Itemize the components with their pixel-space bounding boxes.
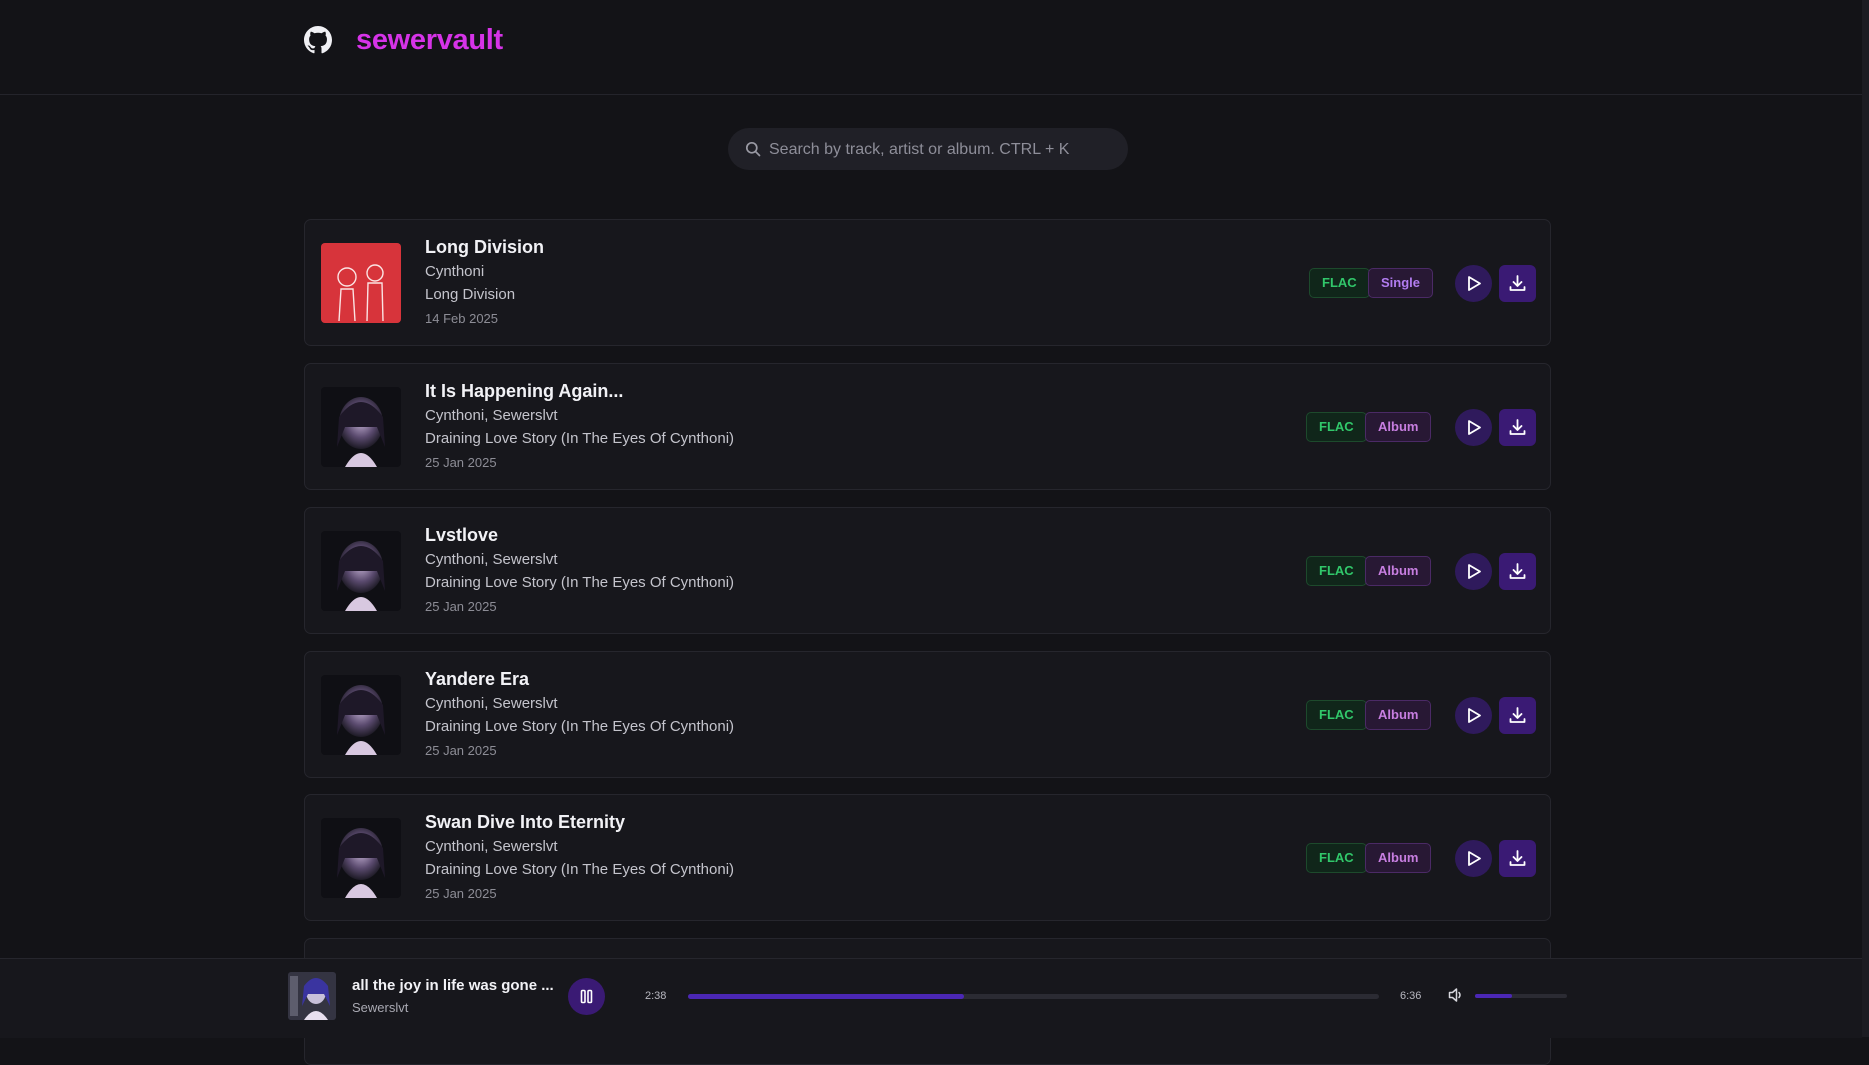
track-card[interactable]: It Is Happening Again... Cynthoni, Sewer… [304, 363, 1551, 490]
track-album[interactable]: Draining Love Story (In The Eyes Of Cynt… [425, 574, 734, 591]
download-icon [1509, 275, 1526, 291]
track-title[interactable]: Lvstlove [425, 525, 498, 546]
format-badge: FLAC [1309, 268, 1370, 298]
release-date: 25 Jan 2025 [425, 886, 497, 901]
search-input[interactable] [767, 128, 1121, 172]
track-title[interactable]: Long Division [425, 237, 544, 258]
play-button[interactable] [1455, 265, 1492, 302]
album-cover [321, 387, 401, 467]
play-button[interactable] [1455, 697, 1492, 734]
track-album[interactable]: Long Division [425, 286, 515, 303]
format-badge: FLAC [1306, 843, 1367, 873]
album-cover [321, 243, 401, 323]
now-playing-title[interactable]: all the joy in life was gone ... [352, 977, 554, 994]
play-icon [1468, 420, 1481, 435]
release-date: 14 Feb 2025 [425, 311, 499, 326]
release-date: 25 Jan 2025 [425, 743, 497, 758]
now-playing-bar: all the joy in life was gone ... Sewersl… [0, 958, 1862, 1038]
download-icon [1509, 707, 1526, 723]
volume-slider[interactable] [1475, 994, 1567, 998]
track-title[interactable]: Swan Dive Into Eternity [425, 812, 625, 833]
track-album[interactable]: Draining Love Story (In The Eyes Of Cynt… [425, 861, 734, 878]
now-playing-cover [288, 972, 336, 1020]
release-type-badge: Album [1365, 556, 1432, 586]
download-button[interactable] [1499, 265, 1536, 302]
album-cover [321, 818, 401, 898]
play-icon [1468, 276, 1481, 291]
play-button[interactable] [1455, 409, 1492, 446]
format-badge: FLAC [1306, 412, 1367, 442]
download-button[interactable] [1499, 840, 1536, 877]
release-date: 25 Jan 2025 [425, 455, 497, 470]
github-icon[interactable] [304, 26, 332, 54]
pause-button[interactable] [568, 978, 605, 1015]
elapsed-time: 2:38 [645, 990, 667, 1002]
track-card[interactable]: Yandere Era Cynthoni, Sewerslvt Draining… [304, 651, 1551, 778]
play-icon [1468, 851, 1481, 866]
track-card[interactable]: Lvstlove Cynthoni, Sewerslvt Draining Lo… [304, 507, 1551, 634]
track-album[interactable]: Draining Love Story (In The Eyes Of Cynt… [425, 718, 734, 735]
progress-slider[interactable] [688, 994, 1379, 999]
volume-icon[interactable] [1447, 986, 1465, 1004]
download-icon [1509, 419, 1526, 435]
volume-fill [1475, 994, 1512, 998]
search-bar[interactable] [728, 128, 1128, 172]
track-album[interactable]: Draining Love Story (In The Eyes Of Cynt… [425, 430, 734, 447]
track-artist[interactable]: Cynthoni, Sewerslvt [425, 838, 558, 855]
release-type-badge: Album [1365, 412, 1432, 442]
brand-logo-text[interactable]: sewervault [356, 24, 503, 57]
track-artist[interactable]: Cynthoni, Sewerslvt [425, 695, 558, 712]
play-button[interactable] [1455, 553, 1492, 590]
track-artist[interactable]: Cynthoni, Sewerslvt [425, 407, 558, 424]
album-cover [321, 675, 401, 755]
format-badge: FLAC [1306, 700, 1367, 730]
download-button[interactable] [1499, 409, 1536, 446]
release-type-badge: Album [1365, 843, 1432, 873]
track-card[interactable]: Long Division Cynthoni Long Division 14 … [304, 219, 1551, 346]
track-artist[interactable]: Cynthoni [425, 263, 484, 280]
play-icon [1468, 708, 1481, 723]
search-icon [745, 141, 761, 157]
download-icon [1509, 563, 1526, 579]
album-cover [321, 531, 401, 611]
format-badge: FLAC [1306, 556, 1367, 586]
download-button[interactable] [1499, 697, 1536, 734]
page-scrollbar[interactable] [1862, 0, 1869, 1037]
track-title[interactable]: Yandere Era [425, 669, 529, 690]
release-type-badge: Single [1368, 268, 1434, 298]
now-playing-artist[interactable]: Sewerslvt [352, 1000, 408, 1015]
play-button[interactable] [1455, 840, 1492, 877]
track-artist[interactable]: Cynthoni, Sewerslvt [425, 551, 558, 568]
top-header: sewervault [0, 0, 1862, 95]
download-icon [1509, 850, 1526, 866]
track-card[interactable]: Swan Dive Into Eternity Cynthoni, Sewers… [304, 794, 1551, 921]
download-button[interactable] [1499, 553, 1536, 590]
pause-icon [580, 989, 593, 1004]
release-type-badge: Album [1365, 700, 1432, 730]
play-icon [1468, 564, 1481, 579]
track-title[interactable]: It Is Happening Again... [425, 381, 623, 402]
progress-fill [688, 994, 965, 999]
release-date: 25 Jan 2025 [425, 599, 497, 614]
total-duration: 6:36 [1400, 990, 1422, 1002]
